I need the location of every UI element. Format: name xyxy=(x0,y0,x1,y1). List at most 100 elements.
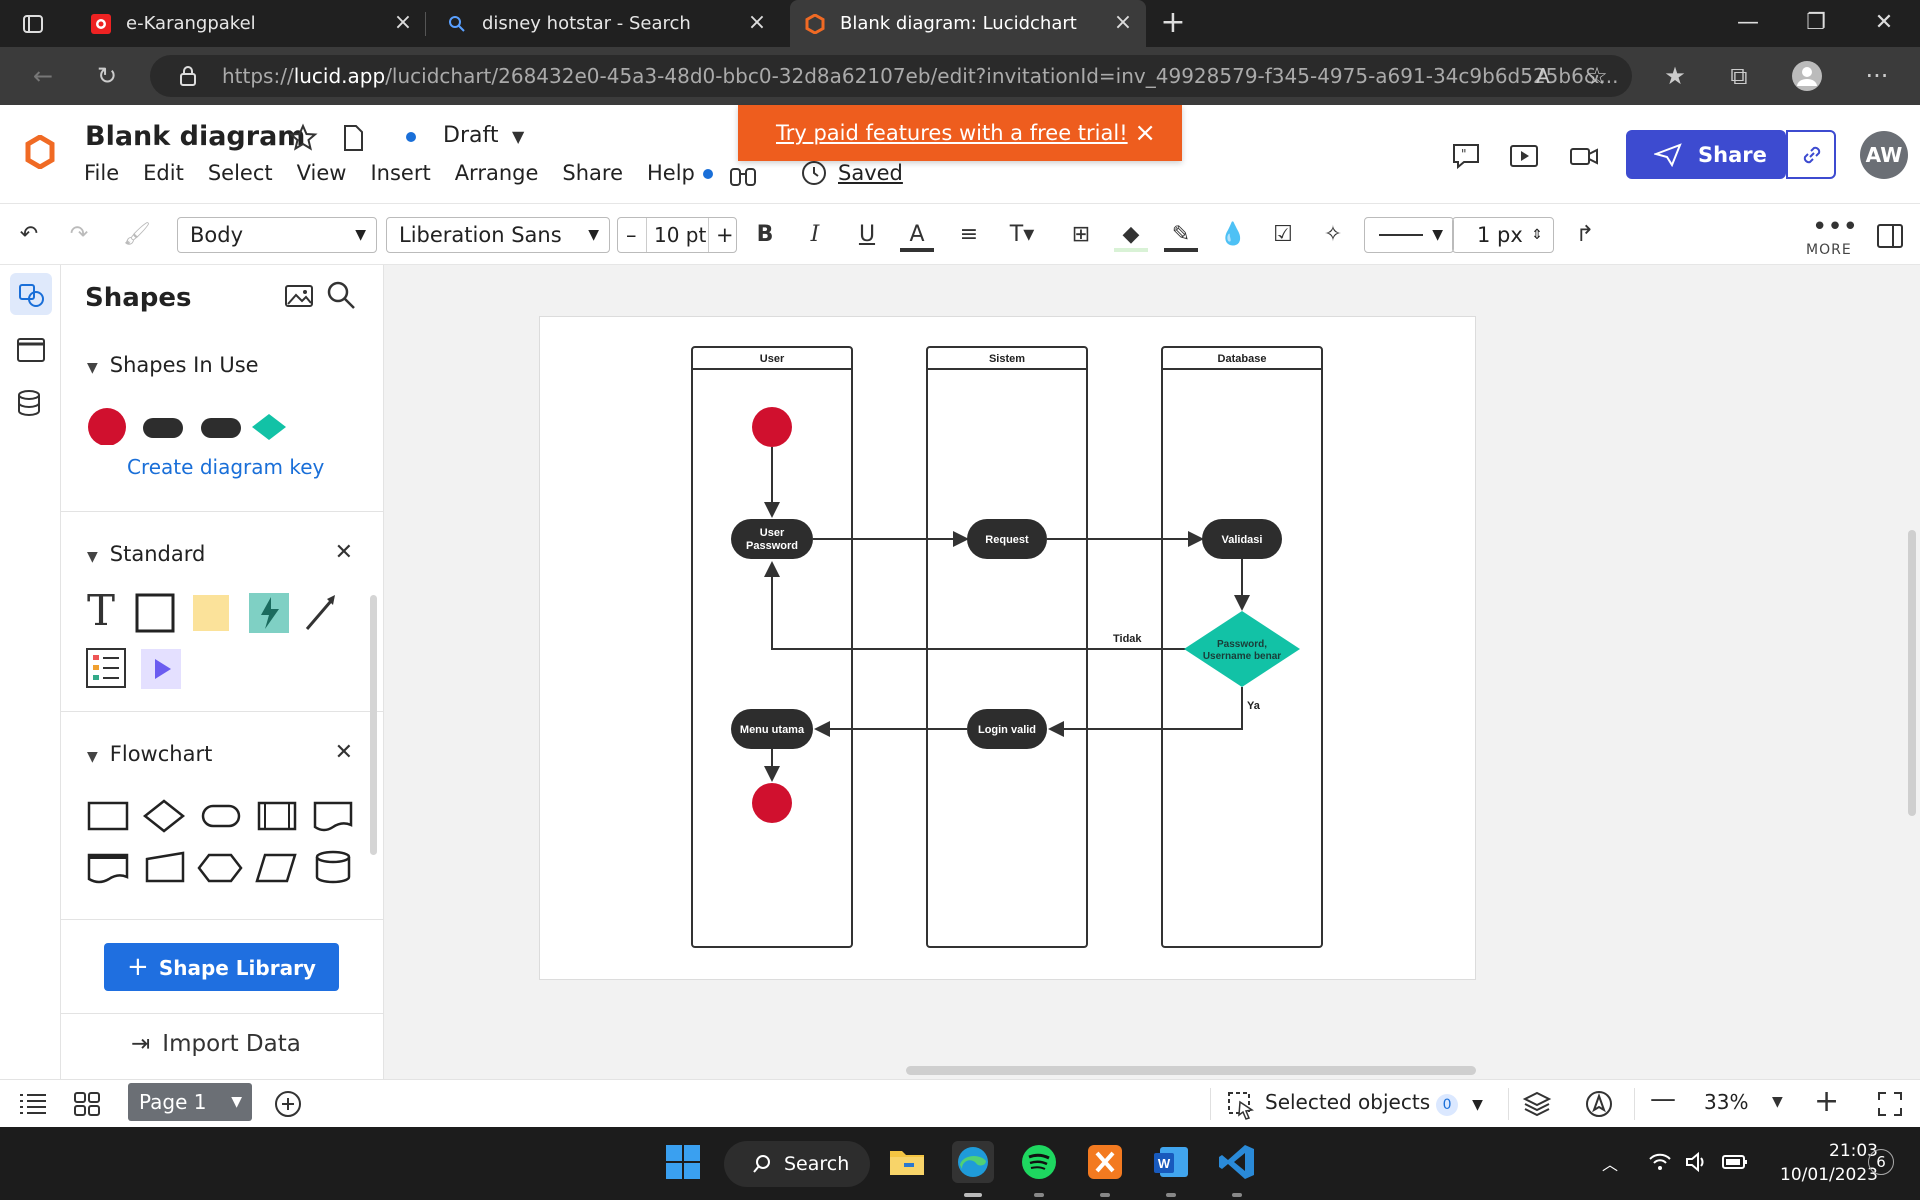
underline-icon[interactable]: U xyxy=(850,218,884,252)
notification-badge[interactable]: 6 xyxy=(1868,1149,1894,1175)
add-favorite-icon[interactable]: ☆ xyxy=(1582,61,1612,91)
new-tab-icon[interactable]: + xyxy=(1153,8,1193,38)
arrow-shape[interactable] xyxy=(305,600,333,630)
page-tab[interactable]: Page 1 ▼ xyxy=(128,1083,252,1121)
grid-view-icon[interactable] xyxy=(72,1090,102,1118)
navigate-icon[interactable] xyxy=(1584,1089,1614,1119)
volume-icon[interactable] xyxy=(1684,1151,1708,1173)
back-icon[interactable]: ← xyxy=(28,61,58,91)
avatar[interactable]: AW xyxy=(1860,131,1908,179)
frame-tab-icon[interactable] xyxy=(10,329,52,371)
close-window-icon[interactable]: ✕ xyxy=(1864,8,1904,38)
close-icon[interactable]: ✕ xyxy=(335,740,353,765)
menu-file[interactable]: File xyxy=(84,161,119,185)
rounded-rect-shape[interactable] xyxy=(143,418,183,438)
copy-link-button[interactable] xyxy=(1786,130,1836,179)
profile-icon[interactable] xyxy=(1792,61,1822,91)
vertical-scrollbar[interactable] xyxy=(1908,530,1916,816)
comment-icon[interactable]: " xyxy=(1450,141,1482,171)
document-icon[interactable] xyxy=(338,123,368,153)
battery-icon[interactable] xyxy=(1722,1153,1748,1171)
collections-icon[interactable]: ⧉ xyxy=(1724,61,1754,91)
chevron-down-icon[interactable]: ▼ xyxy=(231,1083,242,1121)
format-painter-icon[interactable]: 🖌 xyxy=(120,218,154,252)
text-options-icon[interactable]: T▾ xyxy=(1002,218,1042,252)
add-page-icon[interactable] xyxy=(274,1090,302,1118)
opacity-icon[interactable]: 💧 xyxy=(1216,218,1250,252)
tab-lucidchart[interactable]: Blank diagram: Lucidchart × xyxy=(790,0,1146,47)
fill-color-icon[interactable]: ◆ xyxy=(1114,218,1148,252)
flowchart-shapes[interactable] xyxy=(81,785,361,885)
panel-toggle-icon[interactable] xyxy=(1876,222,1904,250)
shape-library-button[interactable]: + Shape Library xyxy=(104,943,339,991)
trial-banner[interactable]: Try paid features with a free trial! × xyxy=(738,105,1182,161)
star-icon[interactable] xyxy=(288,123,318,153)
line-style-select[interactable]: ▼ xyxy=(1364,217,1454,253)
address-bar[interactable]: https://lucid.app/lucidchart/268432e0-45… xyxy=(150,55,1632,97)
close-tab-icon[interactable]: × xyxy=(1112,12,1134,34)
menu-select[interactable]: Select xyxy=(208,161,273,185)
refresh-icon[interactable]: ↻ xyxy=(92,61,122,91)
text-shape[interactable]: T xyxy=(87,587,115,635)
selected-objects[interactable]: Selected objects 0 ▼ xyxy=(1265,1090,1483,1116)
read-aloud-icon[interactable]: A xyxy=(1528,61,1558,91)
shapes-in-use-list[interactable] xyxy=(81,405,291,445)
taskbar-search[interactable]: Search xyxy=(724,1141,870,1187)
edge-browser-icon[interactable] xyxy=(952,1141,994,1183)
import-data-button[interactable]: ⇥ Import Data xyxy=(131,1031,301,1057)
vscode-icon[interactable] xyxy=(1216,1141,1258,1183)
diagram-page[interactable]: User Sistem Database User Password Reque… xyxy=(539,316,1476,980)
align-icon[interactable]: ≡ xyxy=(952,218,986,252)
italic-icon[interactable]: I xyxy=(798,218,832,252)
file-explorer-icon[interactable] xyxy=(886,1141,928,1183)
menu-share[interactable]: Share xyxy=(562,161,623,185)
rounded-rect-shape[interactable] xyxy=(201,418,241,438)
more-icon[interactable]: ··· xyxy=(1862,61,1892,91)
line-color-icon[interactable]: ✎ xyxy=(1164,218,1198,252)
minimize-icon[interactable]: — xyxy=(1728,8,1768,38)
tab-actions-icon[interactable] xyxy=(22,0,52,47)
close-icon[interactable]: ✕ xyxy=(335,540,353,565)
standard-shapes[interactable]: T xyxy=(81,587,361,697)
text-color-icon[interactable]: A xyxy=(900,218,934,252)
windows-start-icon[interactable] xyxy=(662,1141,704,1183)
favorites-icon[interactable]: ★ xyxy=(1660,61,1690,91)
spotify-icon[interactable] xyxy=(1018,1141,1060,1183)
shapes-tab-icon[interactable] xyxy=(10,273,52,315)
create-diagram-key-link[interactable]: Create diagram key xyxy=(127,455,324,479)
menu-arrange[interactable]: Arrange xyxy=(455,161,539,185)
more-label[interactable]: MORE xyxy=(1806,242,1852,258)
share-button[interactable]: Share xyxy=(1626,130,1786,179)
zoom-level[interactable]: 33% xyxy=(1704,1090,1748,1114)
text-style-select[interactable]: Body ▼ xyxy=(177,217,377,253)
canvas[interactable]: User Sistem Database User Password Reque… xyxy=(384,265,1920,1079)
style-icon[interactable]: ☑ xyxy=(1266,218,1300,252)
panel-scrollbar[interactable] xyxy=(370,595,377,855)
bold-icon[interactable]: B xyxy=(748,218,782,252)
section-shapes-in-use[interactable]: ▼ Shapes In Use xyxy=(87,353,259,377)
chevron-down-icon[interactable]: ▼ xyxy=(1472,1097,1483,1113)
undo-icon[interactable]: ↶ xyxy=(12,218,46,252)
fullscreen-icon[interactable] xyxy=(1876,1090,1904,1118)
layers-icon[interactable] xyxy=(1522,1089,1552,1119)
menu-view[interactable]: View xyxy=(297,161,347,185)
search-icon[interactable] xyxy=(325,279,357,311)
data-tab-icon[interactable] xyxy=(10,383,52,425)
restore-icon[interactable]: ❐ xyxy=(1796,8,1836,38)
tray-chevron-icon[interactable]: ︿ xyxy=(1602,1151,1618,1175)
document-title[interactable]: Blank diagram xyxy=(85,121,305,152)
insert-shape-icon[interactable]: ⊞ xyxy=(1064,218,1098,252)
tab-e-karangpakel[interactable]: e-Karangpakel × xyxy=(90,0,420,47)
section-standard[interactable]: ▼ Standard xyxy=(87,542,205,566)
system-clock[interactable]: 21:03 10/01/2023 xyxy=(1768,1139,1878,1187)
start-node[interactable] xyxy=(752,407,792,447)
saved-status[interactable]: Saved xyxy=(838,161,903,185)
chevron-down-icon[interactable]: ▼ xyxy=(1772,1094,1783,1110)
redo-icon[interactable]: ↷ xyxy=(62,218,96,252)
circle-shape[interactable] xyxy=(88,408,126,445)
end-node[interactable] xyxy=(752,783,792,823)
increase-size-button[interactable]: + xyxy=(716,218,734,252)
image-icon[interactable] xyxy=(283,281,315,311)
close-tab-icon[interactable]: × xyxy=(746,12,768,34)
wifi-icon[interactable] xyxy=(1648,1151,1672,1173)
